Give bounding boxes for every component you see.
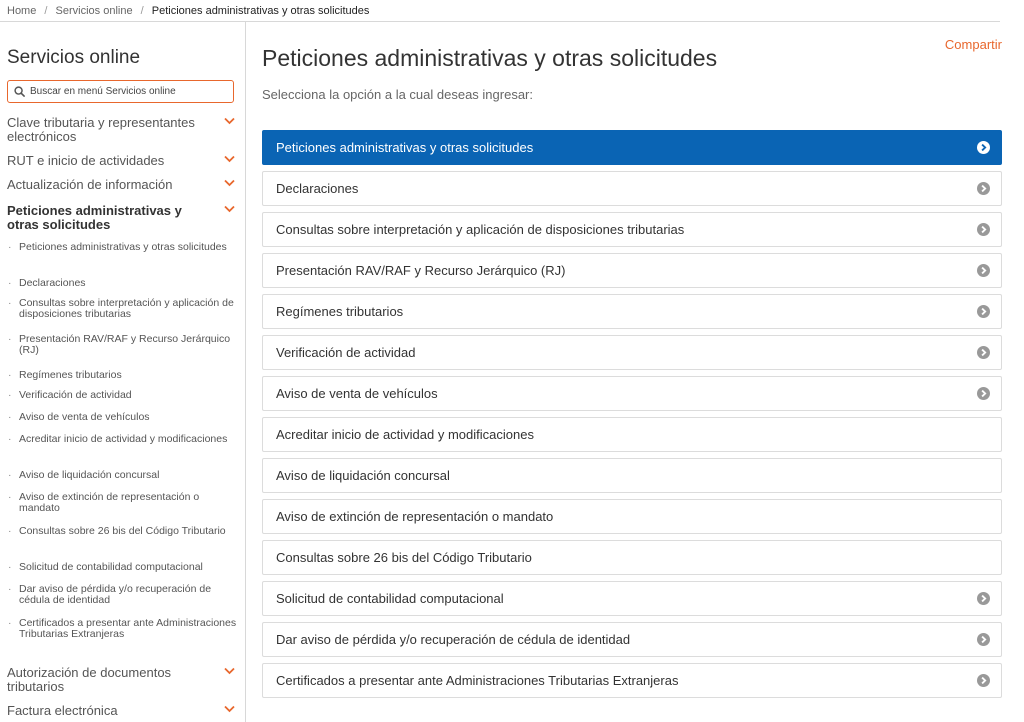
submenu-item[interactable]: Certificados a presentar ante Administra… xyxy=(7,618,241,640)
option-item[interactable]: Consultas sobre 26 bis del Código Tribut… xyxy=(262,540,1002,575)
sidebar-item-actualizacion[interactable]: Actualización de información xyxy=(7,178,241,192)
chevron-right-circle-icon xyxy=(977,141,990,154)
breadcrumb: Home / Servicios online / Peticiones adm… xyxy=(0,0,1000,22)
breadcrumb-home-link[interactable]: Home xyxy=(7,5,36,17)
sidebar-item-label: RUT e inicio de actividades xyxy=(7,153,165,168)
sidebar-item-autorizacion[interactable]: Autorización de documentos tributarios xyxy=(7,666,241,694)
chevron-right-circle-icon xyxy=(977,264,990,277)
submenu-item[interactable]: Aviso de liquidación concursal xyxy=(7,470,241,482)
sidebar-item-label: Peticiones administrativas y otras solic… xyxy=(7,203,182,232)
chevron-down-icon xyxy=(224,179,235,187)
breadcrumb-servicios-link[interactable]: Servicios online xyxy=(56,5,133,17)
sidebar-search-box[interactable] xyxy=(7,80,234,103)
page-title: Peticiones administrativas y otras solic… xyxy=(262,45,718,71)
chevron-down-icon xyxy=(224,667,235,675)
sidebar-item-label: Autorización de documentos tributarios xyxy=(7,665,172,694)
option-label: Acreditar inicio de actividad y modifica… xyxy=(276,427,534,442)
sidebar: Servicios online Clave tributaria y repr… xyxy=(0,22,246,722)
sidebar-item-peticiones[interactable]: Peticiones administrativas y otras solic… xyxy=(7,204,241,232)
option-label: Consultas sobre interpretación y aplicac… xyxy=(276,222,685,237)
sidebar-search-input[interactable] xyxy=(30,86,220,97)
submenu-item[interactable]: Presentación RAV/RAF y Recurso Jerárquic… xyxy=(7,334,241,356)
option-item[interactable]: Aviso de liquidación concursal xyxy=(262,458,1002,493)
breadcrumb-separator: / xyxy=(140,5,144,17)
page-subtitle: Selecciona la opción a la cual deseas in… xyxy=(262,87,534,102)
option-item[interactable]: Solicitud de contabilidad computacional xyxy=(262,581,1002,616)
sidebar-item-label: Clave tributaria y representantes electr… xyxy=(7,115,195,144)
submenu-item[interactable]: Solicitud de contabilidad computacional xyxy=(7,562,241,574)
option-item[interactable]: Consultas sobre interpretación y aplicac… xyxy=(262,212,1002,247)
sidebar-item-label: Factura electrónica xyxy=(7,703,118,718)
option-label: Aviso de venta de vehículos xyxy=(276,386,438,401)
option-item[interactable]: Certificados a presentar ante Administra… xyxy=(262,663,1002,698)
option-item[interactable]: Declaraciones xyxy=(262,171,1002,206)
breadcrumb-current: Peticiones administrativas y otras solic… xyxy=(151,5,370,17)
chevron-right-circle-icon xyxy=(977,592,990,605)
option-label: Consultas sobre 26 bis del Código Tribut… xyxy=(276,550,532,565)
breadcrumb-separator: / xyxy=(44,5,48,17)
chevron-down-icon xyxy=(224,155,235,163)
option-label: Peticiones administrativas y otras solic… xyxy=(276,140,534,155)
sidebar-item-rut[interactable]: RUT e inicio de actividades xyxy=(7,154,241,168)
option-label: Solicitud de contabilidad computacional xyxy=(276,591,504,606)
submenu-item[interactable]: Declaraciones xyxy=(7,278,241,290)
option-item[interactable]: Regímenes tributarios xyxy=(262,294,1002,329)
chevron-right-circle-icon xyxy=(977,305,990,318)
option-label: Declaraciones xyxy=(276,181,359,196)
chevron-right-circle-icon xyxy=(977,346,990,359)
option-label: Verificación de actividad xyxy=(276,345,416,360)
sidebar-title: Servicios online xyxy=(7,47,141,68)
option-item-active[interactable]: Peticiones administrativas y otras solic… xyxy=(262,130,1002,165)
option-label: Dar aviso de pérdida y/o recuperación de… xyxy=(276,632,631,647)
chevron-right-circle-icon xyxy=(977,387,990,400)
chevron-right-circle-icon xyxy=(977,633,990,646)
submenu-item[interactable]: Peticiones administrativas y otras solic… xyxy=(7,242,241,254)
share-link[interactable]: Compartir xyxy=(945,37,1002,52)
option-item[interactable]: Verificación de actividad xyxy=(262,335,1002,370)
option-label: Aviso de liquidación concursal xyxy=(276,468,450,483)
submenu-item[interactable]: Aviso de extinción de representación o m… xyxy=(7,492,241,514)
submenu-item[interactable]: Consultas sobre 26 bis del Código Tribut… xyxy=(7,526,241,538)
option-item[interactable]: Presentación RAV/RAF y Recurso Jerárquic… xyxy=(262,253,1002,288)
submenu-item[interactable]: Verificación de actividad xyxy=(7,390,241,402)
option-label: Presentación RAV/RAF y Recurso Jerárquic… xyxy=(276,263,566,278)
chevron-right-circle-icon xyxy=(977,182,990,195)
option-label: Certificados a presentar ante Administra… xyxy=(276,673,679,688)
chevron-down-icon xyxy=(224,705,235,713)
option-item[interactable]: Acreditar inicio de actividad y modifica… xyxy=(262,417,1002,452)
chevron-right-circle-icon xyxy=(977,223,990,236)
submenu-item[interactable]: Acreditar inicio de actividad y modifica… xyxy=(7,434,241,446)
option-label: Aviso de extinción de representación o m… xyxy=(276,509,554,524)
submenu-item[interactable]: Aviso de venta de vehículos xyxy=(7,412,241,424)
chevron-right-circle-icon xyxy=(977,674,990,687)
submenu-item[interactable]: Regímenes tributarios xyxy=(7,370,241,382)
search-icon xyxy=(14,86,25,97)
sidebar-item-label: Actualización de información xyxy=(7,177,173,192)
sidebar-item-clave-tributaria[interactable]: Clave tributaria y representantes electr… xyxy=(7,116,241,144)
option-label: Regímenes tributarios xyxy=(276,304,404,319)
option-item[interactable]: Dar aviso de pérdida y/o recuperación de… xyxy=(262,622,1002,657)
sidebar-item-factura[interactable]: Factura electrónica xyxy=(7,704,241,718)
submenu-item[interactable]: Dar aviso de pérdida y/o recuperación de… xyxy=(7,584,241,606)
option-item[interactable]: Aviso de venta de vehículos xyxy=(262,376,1002,411)
option-item[interactable]: Aviso de extinción de representación o m… xyxy=(262,499,1002,534)
chevron-down-icon xyxy=(224,117,235,125)
chevron-down-icon xyxy=(224,205,235,213)
submenu-item[interactable]: Consultas sobre interpretación y aplicac… xyxy=(7,298,241,320)
